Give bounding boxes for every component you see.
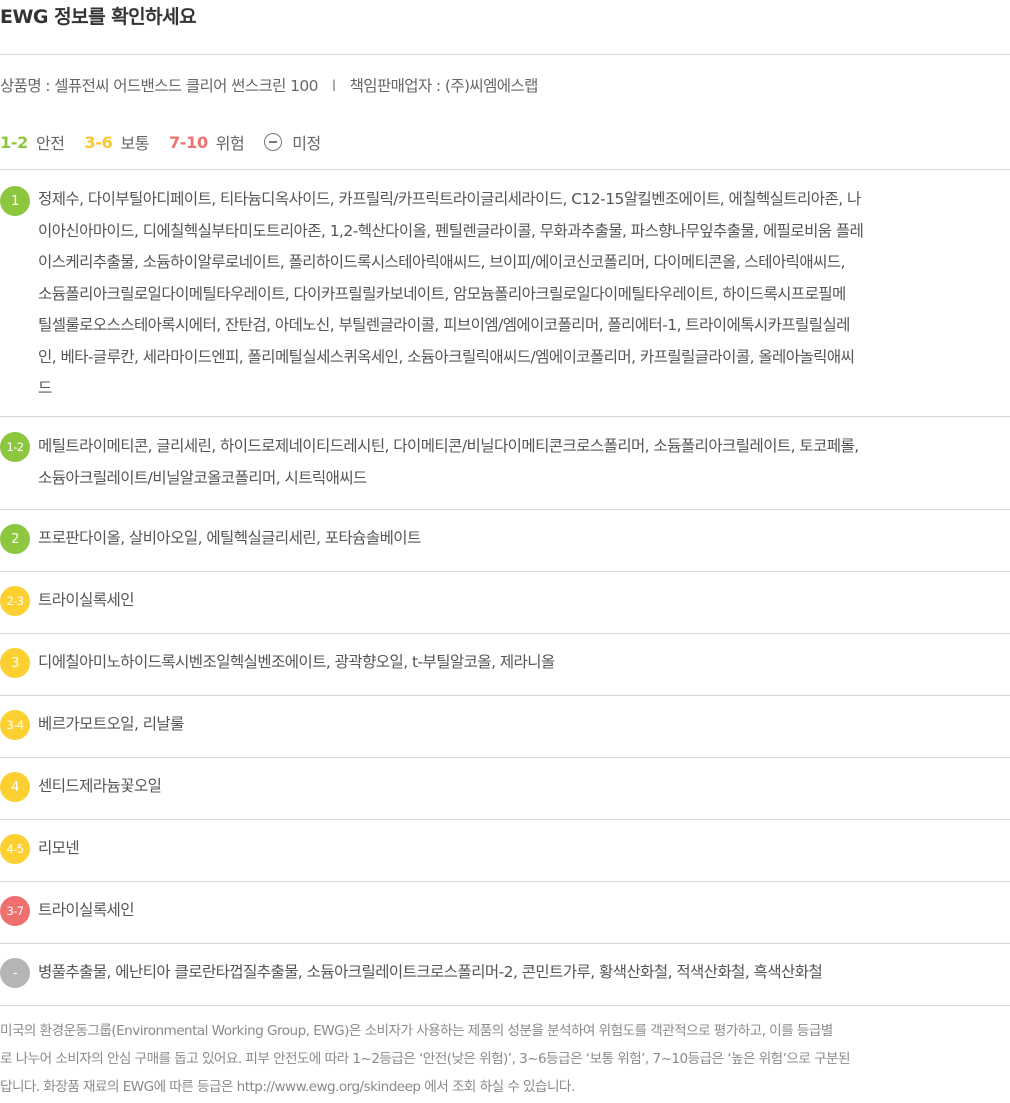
grade-legend: 1-2 안전 3-6 보통 7-10 위험 미정 [0,130,341,154]
ingredient-list: 트라이실록세인 [38,895,1010,927]
divider [0,509,1010,510]
ingredient-line: 소듐폴리아크릴로일다이메틸타우레이트, 다이카프릴릴카보네이트, 암모늄폴리아크… [38,284,846,303]
ingredient-list: 메틸트라이메티콘, 글리세린, 하이드로제네이티드레시틴, 다이메티콘/비닐다이… [38,431,1010,494]
ingredient-list: 리모넨 [38,833,1010,865]
divider [0,54,1010,55]
ingredient-line: 트라이실록세인 [38,901,135,919]
grade-badge: 1 [0,186,30,216]
ingredient-line: 트라이실록세인 [38,591,135,609]
ingredient-list: 정제수, 다이부틸아디페이트, 티타늄디옥사이드, 카프릴릭/카프릭트라이글리세… [38,184,1010,405]
product-info: 상품명 : 셀퓨전씨 어드밴스드 클리어 썬스크린 100 l 책임판매업자 : (… [0,74,538,96]
divider [0,819,1010,820]
divider [0,571,1010,572]
ingredient-line: 리모넨 [38,839,80,857]
ingredient-list: 센티드제라늄꽃오일 [38,771,1010,803]
ingredient-line: 이스케리추출물, 소듐하이알루로네이트, 폴리하이드록시스테아릭애씨드, 브이피… [38,253,845,271]
divider [0,881,1010,882]
ingredient-list: 베르가모트오일, 리날룰 [38,709,1010,741]
legend-moderate-label: 보통 [120,134,149,153]
ingredient-line: 병풀추출물, 에난티아 클로란타껍질추출물, 소듐아크릴레이트크로스폴리머-2,… [38,963,823,981]
divider [0,1005,1010,1006]
divider [0,169,1010,170]
divider [0,757,1010,758]
grade-badge: 3 [0,648,30,678]
ingredient-line: 센티드제라늄꽃오일 [38,777,162,795]
grade-badge: 1-2 [0,432,30,462]
ingredient-list: 병풀추출물, 에난티아 클로란타껍질추출물, 소듐아크릴레이트크로스폴리머-2,… [38,957,1010,989]
legend-undetermined-label: 미정 [292,134,321,153]
legend-moderate-range: 3-6 [84,132,113,152]
legend-high-range: 7-10 [168,132,208,152]
page-title: EWG 정보를 확인하세요 [0,6,197,28]
ewg-description: 미국의 환경운동그룹(Environmental Working Group, … [0,1017,1010,1101]
grade-badge: 3-4 [0,710,30,740]
grade-badge: 2 [0,524,30,554]
ingredient-line: 틸셀룰로오스스테아록시에터, 잔탄검, 아데노신, 부틸렌글라이콜, 피브이엠/… [38,316,850,334]
ingredient-line: 디에칠아미노하이드록시벤조일헥실벤조에이트, 광곽향오일, t-부틸알코올, 제… [38,653,555,671]
ingredient-list: 프로판다이올, 살비아오일, 에틸헥실글리세린, 포타슘솔베이트 [38,523,1010,555]
ingredient-line: 인, 베타-글루칸, 세라마이드엔피, 폴리메틸실세스퀴옥세인, 소듐아크릴릭애… [38,347,855,366]
minus-circle-icon [264,133,283,151]
ingredient-line: 드 [38,379,52,397]
grade-badge: 3-7 [0,896,30,926]
ingredient-line: 메틸트라이메티콘, 글리세린, 하이드로제네이티드레시틴, 다이메티콘/비닐다이… [38,437,859,455]
product-name: 상품명 : 셀퓨전씨 어드밴스드 클리어 썬스크린 100 [0,77,319,95]
ingredient-line: 이아신아마이드, 디에칠헥실부타미도트리아존, 1,2-헥산다이올, 펜틸렌글라… [38,221,864,240]
ingredient-line: 프로판다이올, 살비아오일, 에틸헥실글리세린, 포타슘솔베이트 [38,529,421,547]
legend-safe-range: 1-2 [0,132,29,152]
footer-line: 로 나누어 소비자의 안심 구매를 돕고 있어요. 피부 안전도에 따라 1~2… [0,1051,851,1067]
legend-high-label: 위험 [215,134,245,153]
divider [0,943,1010,944]
grade-badge: 2-3 [0,586,30,616]
grade-badge: - [0,958,30,988]
footer-line: 답니다. 화장품 재료의 EWG에 따른 등급은 http://www.ewg.… [0,1079,575,1095]
ingredient-line: 정제수, 다이부틸아디페이트, 티타늄디옥사이드, 카프릴릭/카프릭트라이글리세… [38,190,861,208]
product-separator: l [331,77,336,95]
grade-badge: 4 [0,772,30,802]
footer-line: 미국의 환경운동그룹(Environmental Working Group, … [0,1023,833,1039]
ingredient-list: 디에칠아미노하이드록시벤조일헥실벤조에이트, 광곽향오일, t-부틸알코올, 제… [38,647,1010,679]
divider [0,416,1010,417]
legend-safe-label: 안전 [36,134,65,153]
grade-badge: 4-5 [0,834,30,864]
product-maker: 책임판매업자 : (주)씨엠에스랩 [349,77,539,95]
ingredient-line: 소듐아크릴레이트/비닐알코올코폴리머, 시트릭애씨드 [38,468,367,487]
ingredient-line: 베르가모트오일, 리날룰 [38,715,184,733]
divider [0,633,1010,634]
divider [0,695,1010,696]
ingredient-list: 트라이실록세인 [38,585,1010,617]
